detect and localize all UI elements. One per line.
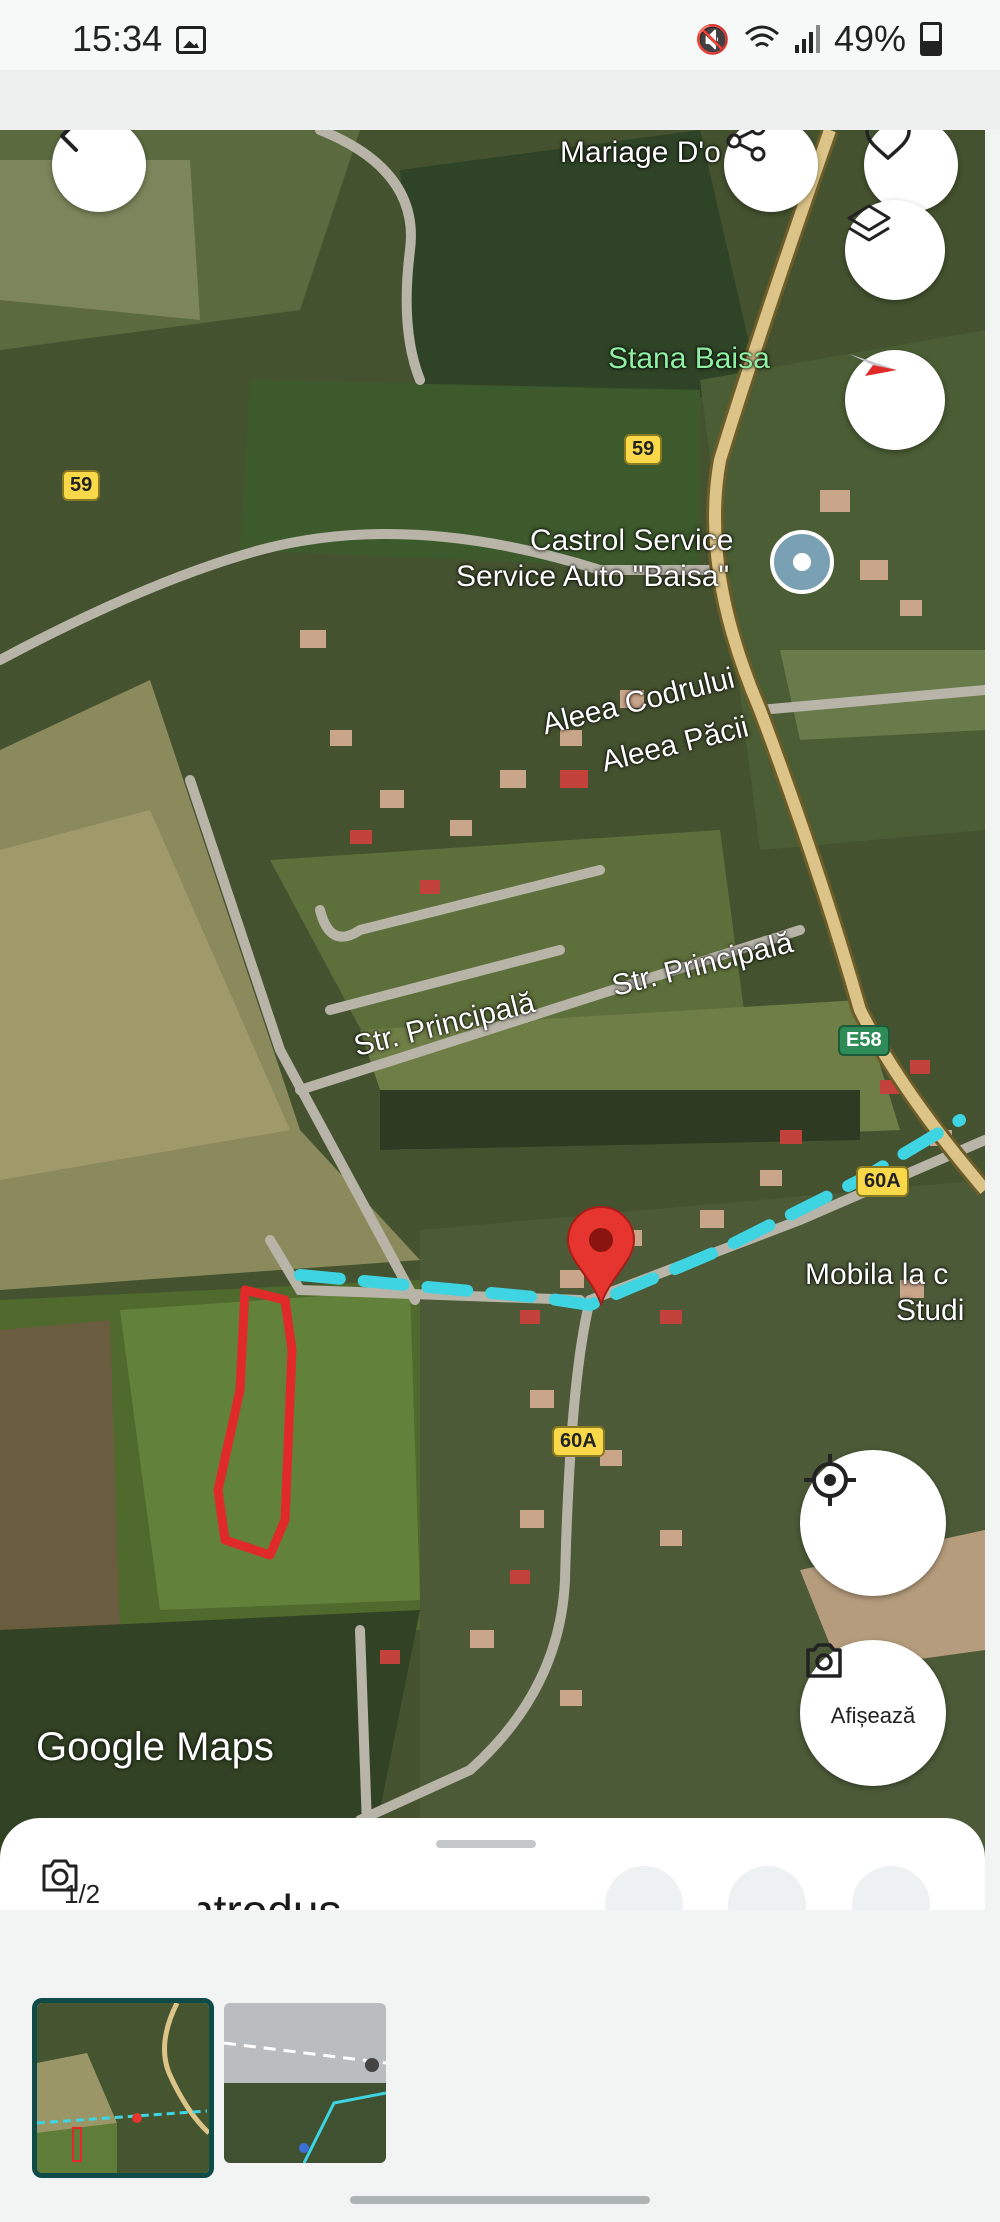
route-shield-60a-bottom: 60A	[552, 1426, 605, 1457]
signal-icon	[794, 25, 820, 53]
gesture-nav-bar[interactable]	[350, 2196, 650, 2204]
share-icon	[726, 130, 766, 162]
wifi-icon	[744, 25, 779, 48]
status-bar: 15:34 🔇 49%	[0, 0, 1000, 70]
battery-icon	[920, 22, 942, 56]
back-icon	[60, 130, 78, 152]
bottom-sheet[interactable]: l... tor introdus 1/2	[0, 1818, 985, 1910]
mute-icon: 🔇	[695, 23, 730, 55]
status-time: 15:34	[72, 18, 163, 59]
save-button[interactable]	[605, 1866, 683, 1910]
map-label-mariage: Mariage D'o	[560, 136, 721, 169]
camera-icon	[42, 1859, 78, 1892]
gallery-notification-icon	[176, 26, 206, 54]
my-location-icon	[804, 1454, 856, 1506]
map-label-mobila-line2[interactable]: Studi	[896, 1294, 964, 1328]
image-counter: 1/2	[40, 1858, 200, 1910]
compass-button[interactable]	[845, 350, 945, 450]
layers-button[interactable]	[845, 200, 945, 300]
show-label: Afișează	[830, 1703, 916, 1728]
route-shield-e58: E58	[838, 1025, 890, 1056]
my-location-button[interactable]	[800, 1450, 946, 1596]
viewer-top-strip	[0, 70, 1000, 130]
show-lens-button[interactable]: Afișează	[800, 1640, 946, 1786]
close-button[interactable]	[852, 1866, 930, 1910]
sheet-share-button[interactable]	[728, 1866, 806, 1910]
compass-icon	[849, 354, 897, 376]
map-label-castrol-line2[interactable]: Service Auto "Baisa"	[456, 560, 729, 594]
thumbnail-street-photo[interactable]	[224, 2003, 386, 2163]
sheet-drag-handle[interactable]	[436, 1840, 536, 1848]
route-shield-59-right: 59	[624, 434, 663, 465]
red-location-pin-icon[interactable]	[566, 1206, 636, 1306]
route-shield-59-left: 59	[62, 470, 101, 501]
map-view[interactable]: Mariage D'o Stana Baisa Castrol Service …	[0, 130, 985, 1910]
battery-percent: 49%	[833, 18, 906, 59]
map-label-stana-baisa[interactable]: Stana Baisa	[608, 342, 770, 376]
route-shield-60a-right: 60A	[856, 1166, 909, 1197]
map-label-mobila-line1[interactable]: Mobila la c	[805, 1258, 948, 1292]
google-maps-watermark: Google Maps	[36, 1725, 274, 1769]
map-label-castrol-line1[interactable]: Castrol Service	[530, 524, 733, 558]
place-pin-icon[interactable]	[770, 530, 834, 594]
thumbnail-map-image	[37, 2003, 209, 2173]
thumbnail-street-image	[224, 2003, 386, 2163]
status-icons: 🔇 49%	[695, 18, 942, 60]
layers-icon	[847, 204, 891, 242]
thumbnail-strip	[0, 1968, 1000, 2188]
thumbnail-map-screenshot[interactable]	[32, 1998, 214, 2178]
favorite-icon	[865, 130, 911, 161]
lens-icon	[806, 1643, 842, 1678]
